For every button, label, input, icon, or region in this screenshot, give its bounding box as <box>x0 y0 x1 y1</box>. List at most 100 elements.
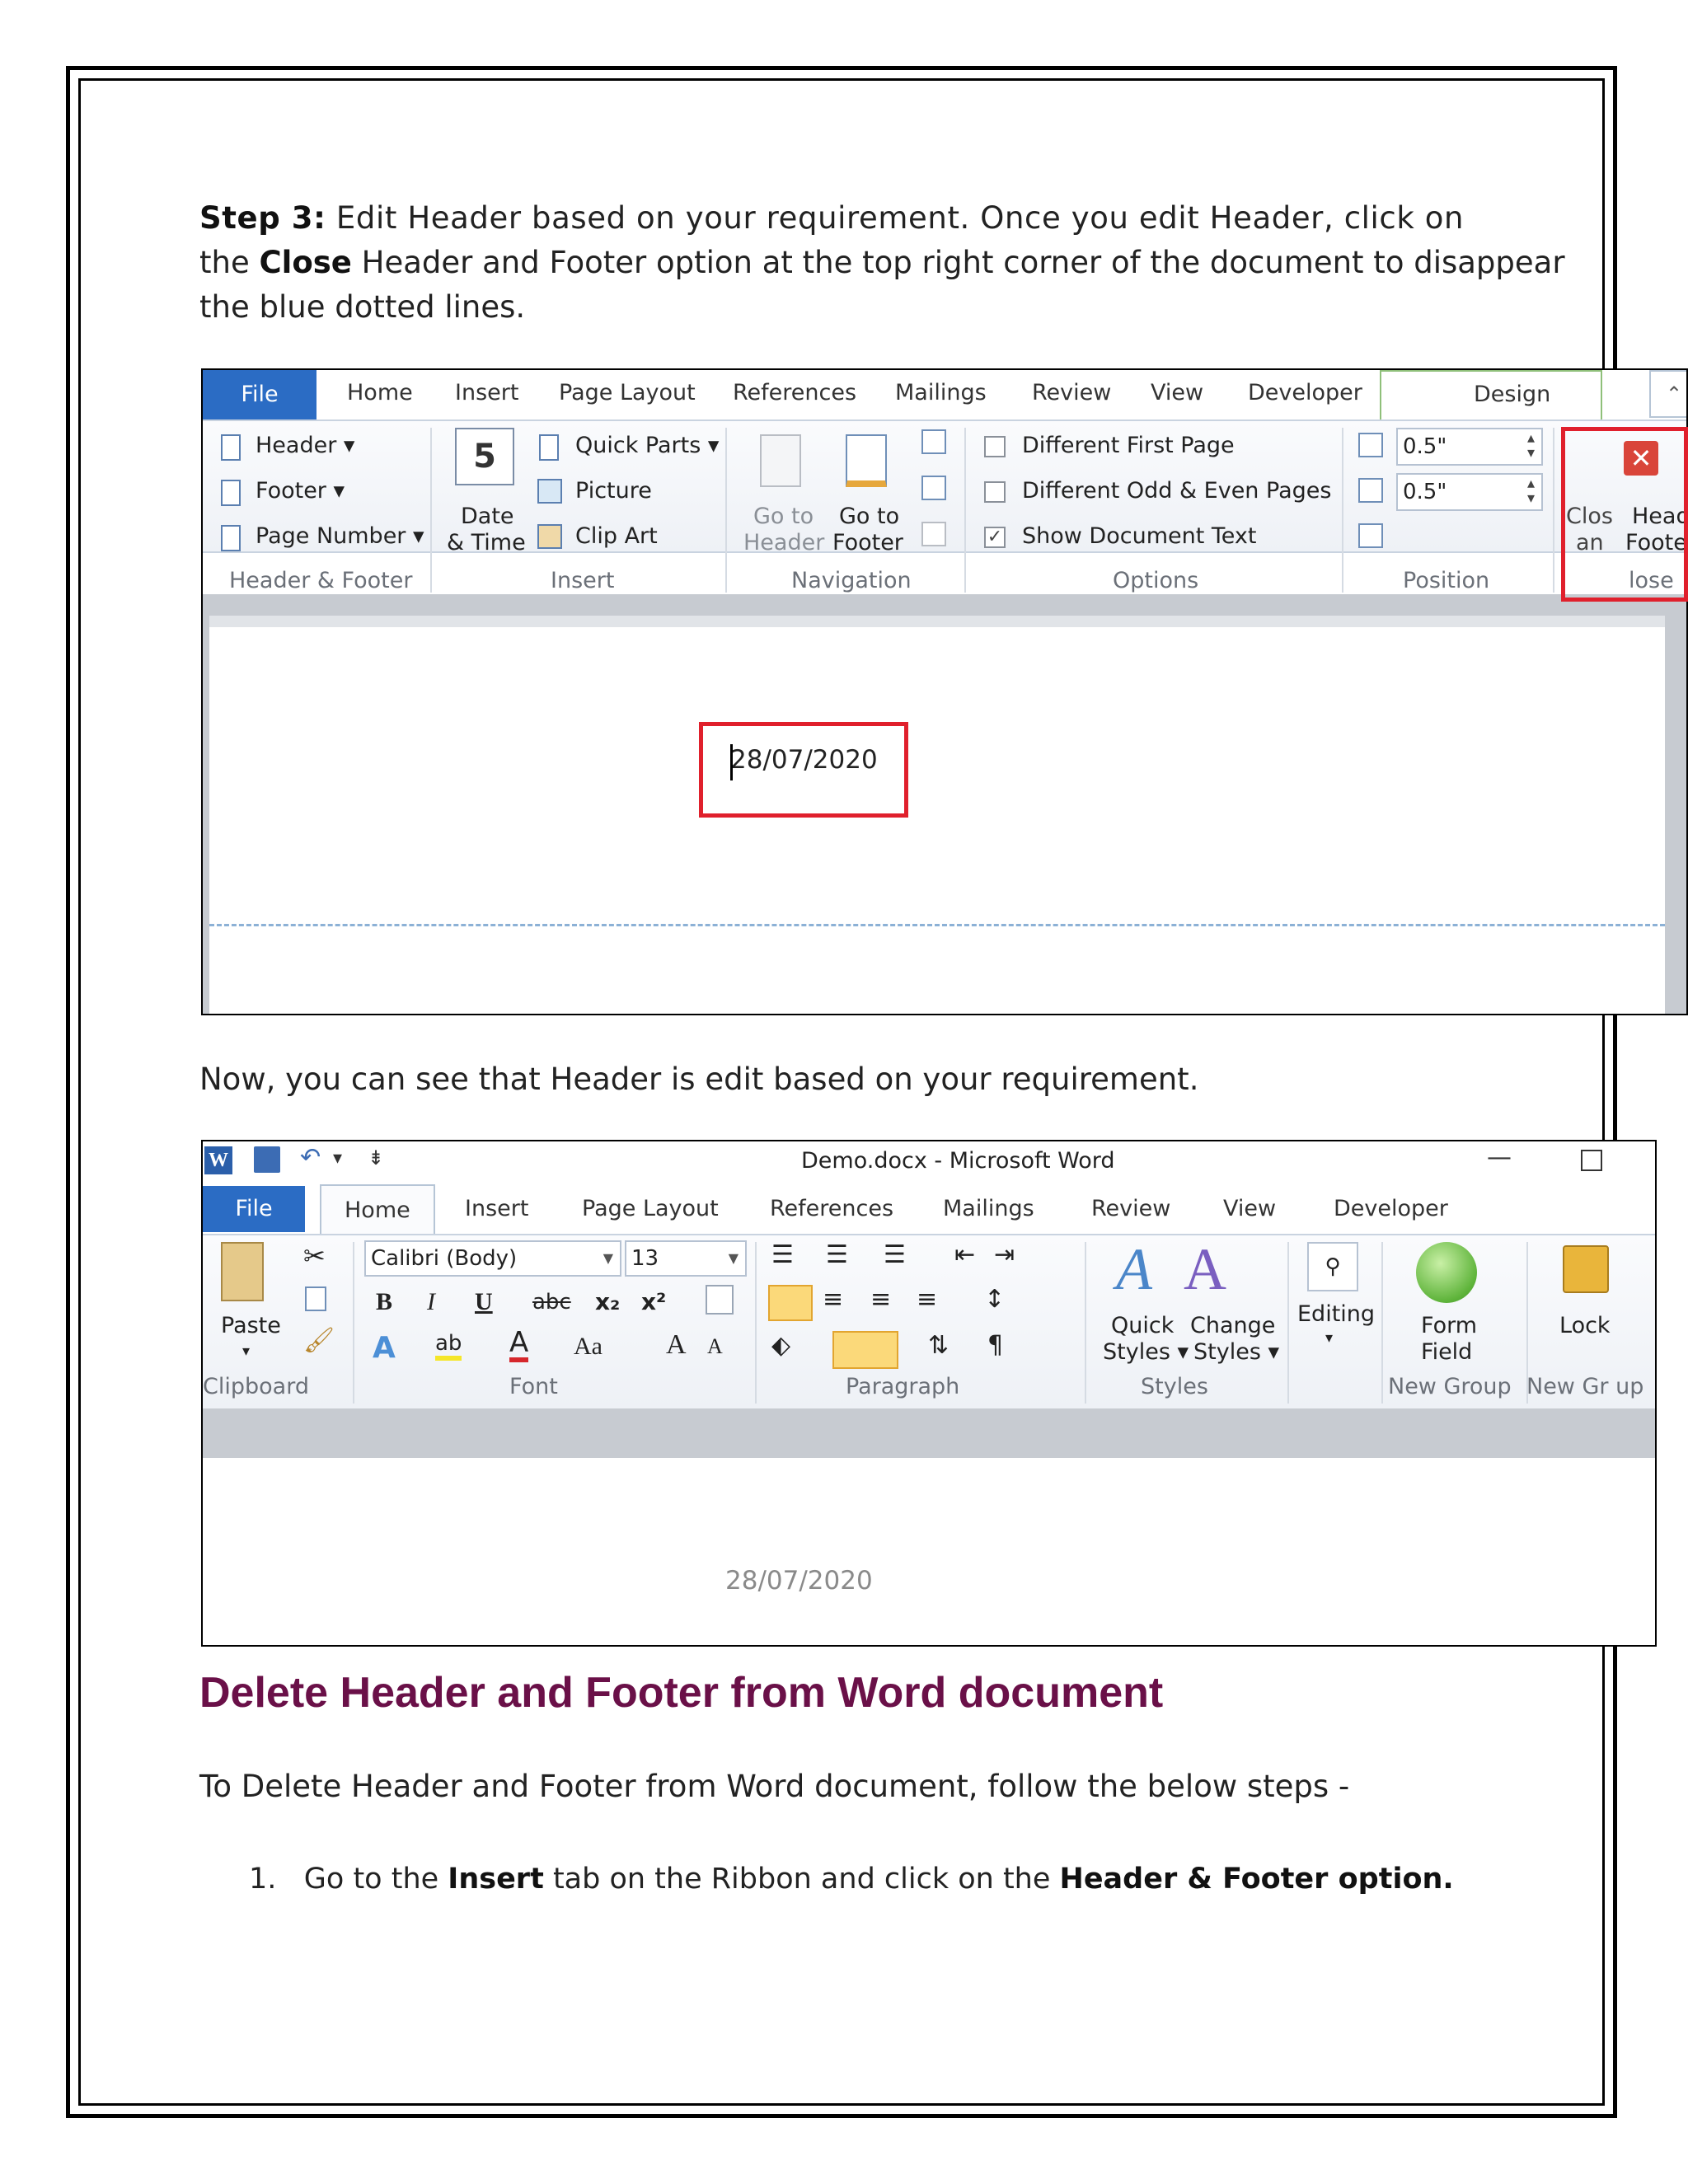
spinner-arrows-icon[interactable]: ▴ ▾ <box>1527 476 1535 506</box>
tab-mailings[interactable]: Mailings <box>943 1196 1034 1221</box>
tab-view[interactable]: View <box>1151 380 1203 405</box>
tab-page-layout[interactable]: Page Layout <box>559 380 696 405</box>
highlight-color-icon[interactable]: ab <box>435 1331 462 1361</box>
italic-button[interactable]: I <box>427 1288 435 1316</box>
paste-dropdown-icon[interactable]: ▾ <box>242 1343 250 1360</box>
go-to-header-line2[interactable]: Header <box>743 530 824 555</box>
tab-references[interactable]: References <box>733 380 856 405</box>
date-time-line2[interactable]: & Time <box>447 530 526 555</box>
sort-icon[interactable]: ⇅ <box>928 1331 949 1360</box>
quick-styles-line1[interactable]: Quick <box>1111 1313 1174 1338</box>
different-odd-even-checkbox[interactable] <box>984 481 1006 503</box>
chevron-down-icon[interactable]: ▼ <box>603 1250 613 1266</box>
tab-developer[interactable]: Developer <box>1334 1196 1448 1221</box>
shrink-font-button[interactable]: A <box>707 1334 723 1359</box>
quick-styles-line2[interactable]: Styles ▾ <box>1103 1339 1189 1365</box>
document-page[interactable] <box>203 1458 1655 1645</box>
minimize-icon[interactable]: — <box>1487 1143 1512 1172</box>
grow-font-button[interactable]: A <box>666 1329 687 1361</box>
editing-dropdown-icon[interactable]: ▾ <box>1325 1329 1333 1347</box>
font-size-select[interactable]: 13 ▼ <box>625 1240 747 1277</box>
align-right-icon[interactable]: ≡ <box>870 1285 891 1314</box>
lock-button[interactable]: Lock <box>1559 1313 1611 1338</box>
align-left-button[interactable] <box>768 1285 813 1321</box>
change-styles-icon[interactable]: A <box>1184 1235 1226 1304</box>
find-icon[interactable]: ⚲ <box>1307 1242 1358 1291</box>
clip-art-button[interactable]: Clip Art <box>575 523 658 549</box>
tab-developer[interactable]: Developer <box>1248 380 1362 405</box>
maximize-icon[interactable] <box>1581 1150 1602 1171</box>
footer-position-spinner[interactable]: 0.5" ▴ ▾ <box>1396 473 1543 511</box>
tab-file[interactable]: File <box>203 370 316 419</box>
form-field-line1[interactable]: Form <box>1421 1313 1477 1338</box>
clear-formatting-icon[interactable] <box>706 1285 734 1315</box>
tab-home[interactable]: Home <box>347 380 413 405</box>
strikethrough-button[interactable]: abc <box>532 1290 571 1315</box>
paste-button[interactable]: Paste <box>221 1313 281 1338</box>
tab-view[interactable]: View <box>1223 1196 1276 1221</box>
document-page[interactable] <box>209 627 1665 1014</box>
footer-button[interactable]: Footer ▾ <box>256 478 345 504</box>
link-to-previous-icon[interactable] <box>921 522 946 546</box>
form-field-line2[interactable]: Field <box>1421 1339 1472 1365</box>
superscript-button[interactable]: x² <box>641 1288 666 1315</box>
undo-dropdown-icon[interactable]: ▾ <box>333 1148 342 1169</box>
shading-icon[interactable]: ⬖ <box>771 1331 790 1360</box>
form-field-icon[interactable] <box>1416 1242 1477 1303</box>
cut-icon[interactable]: ✂ <box>303 1240 326 1272</box>
lock-icon[interactable] <box>1563 1245 1609 1293</box>
collapse-ribbon-icon[interactable]: ⌃ <box>1649 370 1686 418</box>
go-to-footer-line1[interactable]: Go to <box>839 504 899 529</box>
decrease-indent-icon[interactable]: ⇤ <box>954 1240 975 1269</box>
tab-insert[interactable]: Insert <box>455 380 518 405</box>
show-formatting-button[interactable]: ¶ <box>987 1331 1003 1360</box>
header-button[interactable]: Header ▾ <box>256 433 354 458</box>
quick-parts-button[interactable]: Quick Parts ▾ <box>575 433 719 458</box>
numbering-icon[interactable]: ☰ <box>826 1240 848 1269</box>
undo-icon[interactable]: ↶ <box>300 1143 321 1172</box>
date-time-line1[interactable]: Date <box>461 504 514 529</box>
go-to-header-line1[interactable]: Go to <box>753 504 814 529</box>
tab-page-layout[interactable]: Page Layout <box>582 1196 719 1221</box>
font-color-icon[interactable]: A <box>509 1328 529 1362</box>
tab-insert[interactable]: Insert <box>465 1196 528 1221</box>
tab-references[interactable]: References <box>770 1196 893 1221</box>
multilevel-list-icon[interactable]: ☰ <box>884 1240 906 1269</box>
insert-alignment-tab-icon[interactable] <box>1358 523 1383 548</box>
different-first-page-checkbox[interactable] <box>984 436 1006 457</box>
previous-section-icon[interactable] <box>921 429 946 454</box>
picture-button[interactable]: Picture <box>575 478 652 504</box>
header-position-spinner[interactable]: 0.5" ▴ ▾ <box>1396 428 1543 466</box>
change-styles-line1[interactable]: Change <box>1190 1313 1275 1338</box>
underline-button[interactable]: U <box>475 1288 493 1316</box>
borders-button[interactable] <box>832 1331 898 1369</box>
customize-toolbar-icon[interactable]: ⇟ <box>368 1146 384 1169</box>
text-effects-icon[interactable]: A <box>373 1331 396 1365</box>
save-icon[interactable] <box>254 1146 280 1173</box>
tab-design[interactable]: Design <box>1380 370 1602 421</box>
tab-home[interactable]: Home <box>320 1184 435 1234</box>
next-section-icon[interactable] <box>921 476 946 500</box>
subscript-button[interactable]: x₂ <box>595 1288 620 1315</box>
bold-button[interactable]: B <box>376 1288 392 1316</box>
page-number-button[interactable]: Page Number ▾ <box>256 523 424 549</box>
format-painter-icon[interactable]: 🖌 <box>303 1326 335 1355</box>
align-center-icon[interactable]: ≡ <box>823 1285 843 1314</box>
change-case-button[interactable]: Aa <box>574 1333 603 1361</box>
tab-review[interactable]: Review <box>1032 380 1111 405</box>
quick-styles-icon[interactable]: A <box>1116 1235 1152 1304</box>
editing-button[interactable]: Editing <box>1297 1301 1375 1327</box>
go-to-footer-line2[interactable]: Footer <box>832 530 903 555</box>
tab-file[interactable]: File <box>203 1186 305 1232</box>
tab-review[interactable]: Review <box>1091 1196 1170 1221</box>
change-styles-line2[interactable]: Styles ▾ <box>1193 1339 1279 1365</box>
line-spacing-icon[interactable]: ↕ <box>984 1285 1005 1314</box>
justify-icon[interactable]: ≡ <box>917 1285 937 1314</box>
bullets-icon[interactable]: ☰ <box>771 1240 794 1269</box>
copy-icon[interactable] <box>305 1286 326 1311</box>
font-name-select[interactable]: Calibri (Body) ▼ <box>364 1240 621 1277</box>
show-document-text-checkbox[interactable]: ✓ <box>984 527 1006 548</box>
paste-icon[interactable] <box>221 1242 264 1301</box>
tab-mailings[interactable]: Mailings <box>895 380 987 405</box>
increase-indent-icon[interactable]: ⇥ <box>994 1240 1015 1269</box>
